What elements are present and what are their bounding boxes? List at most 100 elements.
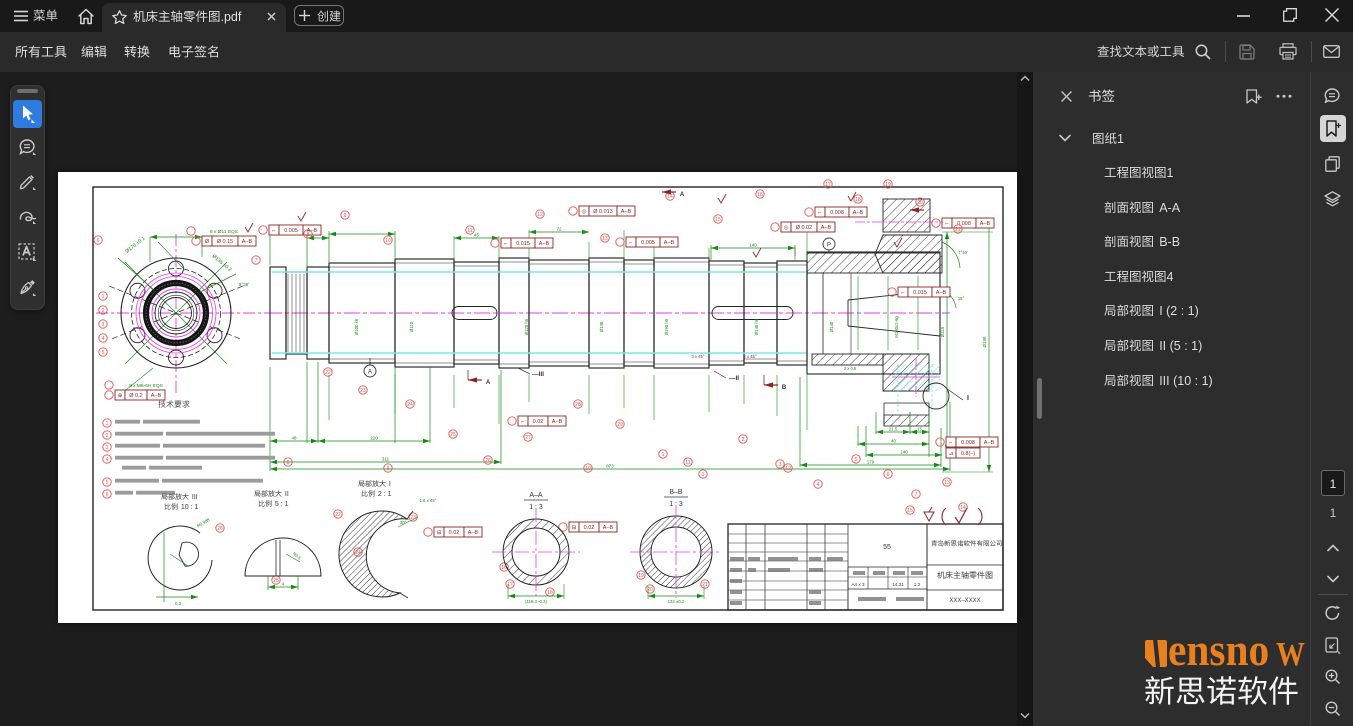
svg-text:873: 873 (606, 464, 614, 469)
svg-text:27: 27 (525, 435, 531, 441)
svg-text:45: 45 (474, 233, 480, 238)
svg-text:1: 1 (106, 421, 109, 427)
svg-text:9°36': 9°36' (239, 282, 249, 287)
svg-text:220: 220 (370, 436, 378, 441)
svg-text:Ø115: Ø115 (940, 326, 945, 337)
svg-text:55: 55 (883, 544, 891, 551)
svg-text:4: 4 (106, 457, 109, 463)
svg-text:Ø150 h5: Ø150 h5 (664, 318, 669, 335)
svg-text:25: 25 (450, 432, 456, 438)
svg-text:0.02: 0.02 (533, 419, 544, 425)
svg-text:10 : 1: 10 : 1 (181, 504, 199, 511)
svg-text:Ø 0.013: Ø 0.013 (593, 209, 613, 215)
svg-text:9: 9 (344, 213, 347, 219)
svg-text:M130x2-6g: M130x2-6g (894, 316, 899, 338)
svg-text:⌐: ⌐ (901, 290, 904, 296)
svg-text:0.02: 0.02 (449, 530, 460, 536)
svg-text:A–B: A–B (984, 440, 995, 446)
svg-text:26: 26 (217, 526, 223, 532)
svg-text:3: 3 (102, 322, 105, 328)
svg-text:Ø 0.15: Ø 0.15 (217, 239, 234, 245)
svg-text:8: 8 (287, 460, 290, 466)
svg-text:15: 15 (917, 427, 923, 432)
svg-text:2 x 45°: 2 x 45° (691, 354, 704, 359)
svg-text:1: 1 (1117, 132, 1124, 146)
svg-text:4: 4 (282, 582, 285, 587)
svg-text:21: 21 (955, 227, 961, 233)
svg-text:15: 15 (715, 217, 721, 223)
svg-text:Ø 0.02: Ø 0.02 (796, 225, 813, 231)
svg-text:22: 22 (335, 512, 341, 518)
svg-text:18: 18 (547, 590, 553, 596)
svg-text:29: 29 (617, 422, 623, 428)
svg-text:I: I (967, 395, 969, 402)
svg-text:15: 15 (907, 508, 913, 514)
svg-text:5: 5 (855, 457, 858, 463)
svg-text:7: 7 (915, 492, 918, 498)
svg-text:0.015: 0.015 (516, 241, 530, 247)
svg-text:1: 1 (102, 294, 105, 300)
svg-text:1: 1 (662, 452, 665, 458)
svg-text:8 x M6-6H EQS: 8 x M6-6H EQS (129, 383, 163, 389)
svg-text:0.8(–): 0.8(–) (961, 451, 976, 457)
svg-text:A–B: A–B (853, 210, 864, 216)
svg-text:17: 17 (825, 182, 831, 188)
svg-text:Ø140 h6: Ø140 h6 (754, 318, 759, 335)
svg-text:⊟: ⊟ (572, 525, 577, 531)
svg-text:◎: ◎ (582, 209, 587, 215)
svg-text:1:2: 1:2 (914, 582, 921, 587)
svg-text:140: 140 (749, 243, 757, 248)
svg-text:B: B (782, 385, 787, 391)
svg-text:1: 1 (702, 472, 705, 478)
svg-text:4: 4 (817, 482, 820, 488)
svg-text:19: 19 (885, 182, 891, 188)
svg-text:A: A (368, 370, 372, 376)
svg-text:4: 4 (102, 336, 105, 342)
svg-text:B–B: B–B (669, 489, 683, 496)
svg-text:II (5 : 1): II (5 : 1) (1159, 339, 1202, 353)
svg-text:⌐: ⌐ (629, 240, 632, 246)
svg-text:(118.3 -0.3): (118.3 -0.3) (525, 599, 547, 604)
svg-text:Ø198: Ø198 (982, 336, 987, 348)
svg-text:140: 140 (900, 450, 908, 455)
svg-text:Ø140: Ø140 (829, 321, 834, 332)
svg-text:5: 5 (106, 480, 109, 486)
svg-text:Ø170 ±0.1: Ø170 ±0.1 (124, 236, 146, 255)
svg-text:⊿: ⊿ (949, 451, 954, 457)
svg-text:15°: 15° (958, 296, 965, 301)
svg-text:14.31: 14.31 (892, 582, 904, 587)
svg-text:⌐: ⌐ (521, 419, 524, 425)
svg-text:1.6 x 45°: 1.6 x 45° (419, 498, 436, 503)
svg-text:A-A: A-A (1159, 201, 1181, 215)
svg-text:XXX–XXXX: XXX–XXXX (949, 598, 980, 604)
svg-text:A–A: A–A (529, 492, 543, 499)
svg-text:Ø135 ±0.2: Ø135 ±0.2 (211, 253, 233, 273)
svg-text:B-B: B-B (1159, 235, 1180, 249)
svg-text:6: 6 (887, 472, 890, 478)
svg-text:⌐: ⌐ (945, 221, 948, 227)
svg-text:I: I (389, 481, 391, 488)
svg-text:A–B: A–B (151, 393, 162, 399)
svg-text:3: 3 (779, 462, 782, 468)
svg-text:5: 5 (102, 350, 105, 356)
svg-text:Ø110: Ø110 (409, 321, 414, 332)
svg-text:10: 10 (385, 238, 391, 244)
svg-text:179: 179 (867, 460, 875, 465)
svg-text:40: 40 (891, 439, 897, 444)
svg-text:III: III (192, 494, 198, 501)
svg-text:14: 14 (667, 194, 673, 200)
svg-text:A–B: A–B (242, 239, 253, 245)
svg-text:A–B: A–B (936, 290, 947, 296)
svg-text:A: A (486, 380, 491, 386)
svg-text:⊕: ⊕ (118, 393, 123, 399)
svg-text:⌐: ⌐ (818, 210, 821, 216)
svg-text:2 x 0.5: 2 x 0.5 (844, 366, 857, 371)
svg-text:20: 20 (917, 200, 923, 206)
svg-text:R0.988: R0.988 (196, 517, 211, 529)
svg-text:A–B: A–B (621, 209, 632, 215)
svg-text:11: 11 (467, 228, 472, 234)
svg-text:A–B: A–B (664, 240, 675, 246)
svg-text:R0.5: R0.5 (292, 551, 303, 561)
svg-text:1: 1 (1167, 166, 1174, 180)
svg-text:22: 22 (325, 370, 331, 376)
